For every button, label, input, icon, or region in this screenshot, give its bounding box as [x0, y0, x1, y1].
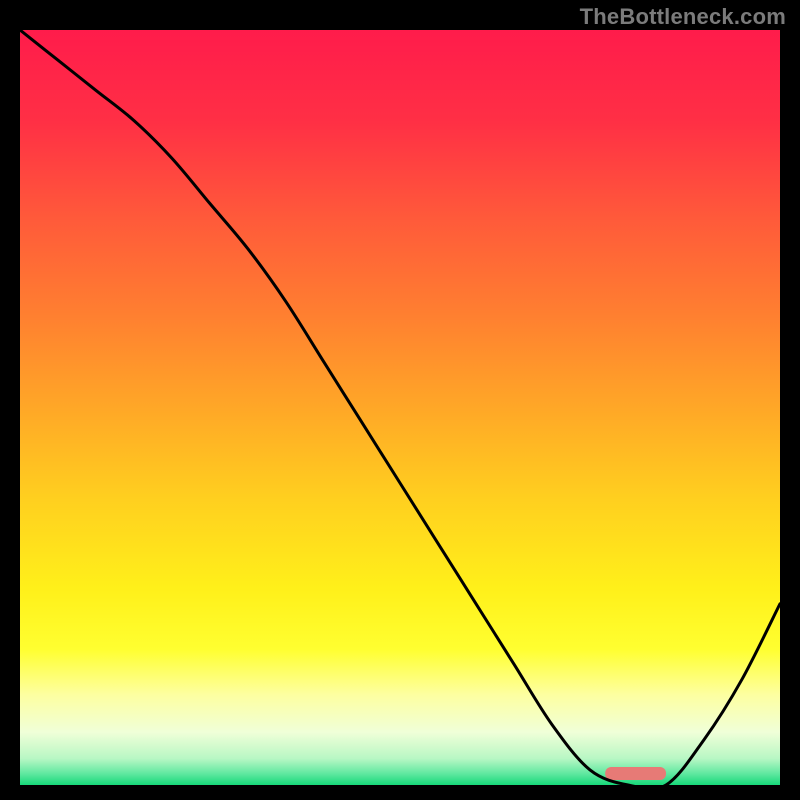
- plot-area: [20, 30, 780, 785]
- chart-frame: TheBottleneck.com: [0, 0, 800, 800]
- gradient-background: [20, 30, 780, 785]
- watermark-text: TheBottleneck.com: [580, 4, 786, 30]
- chart-svg: [20, 30, 780, 785]
- optimal-marker: [605, 767, 666, 780]
